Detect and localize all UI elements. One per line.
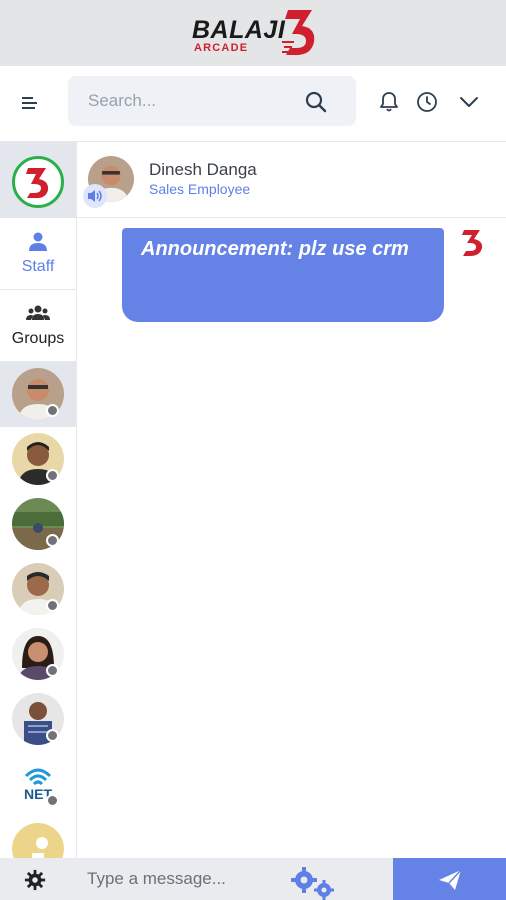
bell-icon[interactable] <box>377 90 401 114</box>
contact-item[interactable] <box>0 687 76 752</box>
search-icon[interactable] <box>304 90 328 114</box>
app-banner: BALAJI ARCADE <box>0 0 506 66</box>
contact-item[interactable] <box>0 557 76 622</box>
clock-icon[interactable] <box>415 90 439 114</box>
message-input[interactable] <box>87 858 267 900</box>
status-dot <box>46 404 59 417</box>
tab-staff[interactable]: Staff <box>0 218 76 290</box>
tab-staff-label: Staff <box>21 258 55 275</box>
send-icon <box>439 869 462 890</box>
send-button[interactable] <box>393 858 506 900</box>
status-dot <box>46 729 59 742</box>
speaker-icon <box>88 190 102 202</box>
sidebar: Staff Groups NET <box>0 142 77 858</box>
brand-sub: ARCADE <box>194 42 249 54</box>
brand-logo: BALAJI ARCADE <box>190 4 322 60</box>
brand-3-icon <box>26 168 49 199</box>
status-dot <box>46 794 59 807</box>
gears-icon[interactable] <box>290 866 338 900</box>
search-box <box>68 76 356 126</box>
gear-icon[interactable] <box>24 869 46 891</box>
contact-item[interactable] <box>0 362 76 427</box>
status-dot <box>46 534 59 547</box>
status-dot <box>46 664 59 677</box>
message-bubble[interactable]: Announcement: plz use crm <box>122 228 444 322</box>
status-dot <box>46 469 59 482</box>
sender-logo-icon <box>462 230 483 256</box>
tab-groups[interactable]: Groups <box>0 290 76 362</box>
brand-name: BALAJI <box>192 16 286 44</box>
contact-item[interactable] <box>0 492 76 557</box>
tab-groups-label: Groups <box>11 330 65 347</box>
status-dot <box>46 599 59 612</box>
contact-role: Sales Employee <box>149 181 251 197</box>
sidebar-footer <box>0 858 77 900</box>
menu-icon[interactable] <box>20 94 40 112</box>
contact-item[interactable] <box>0 817 76 858</box>
chevron-down-icon[interactable] <box>457 90 481 114</box>
brand-3-mark-icon <box>282 10 315 56</box>
contact-item[interactable] <box>0 427 76 492</box>
brand-badge <box>12 156 64 208</box>
composer <box>77 858 393 900</box>
chat-header: Dinesh Danga Sales Employee <box>77 142 506 218</box>
contact-name: Dinesh Danga <box>149 160 257 179</box>
user-icon <box>29 232 47 251</box>
search-input[interactable] <box>88 76 298 126</box>
contact-item[interactable]: NET <box>0 752 76 817</box>
contact-item[interactable] <box>0 622 76 687</box>
toolbar <box>0 66 506 142</box>
avatar <box>12 823 64 858</box>
message-text: Announcement: plz use crm <box>141 238 409 260</box>
users-icon <box>26 305 50 320</box>
sidebar-brand <box>0 142 76 218</box>
speaker-badge[interactable] <box>83 184 107 208</box>
